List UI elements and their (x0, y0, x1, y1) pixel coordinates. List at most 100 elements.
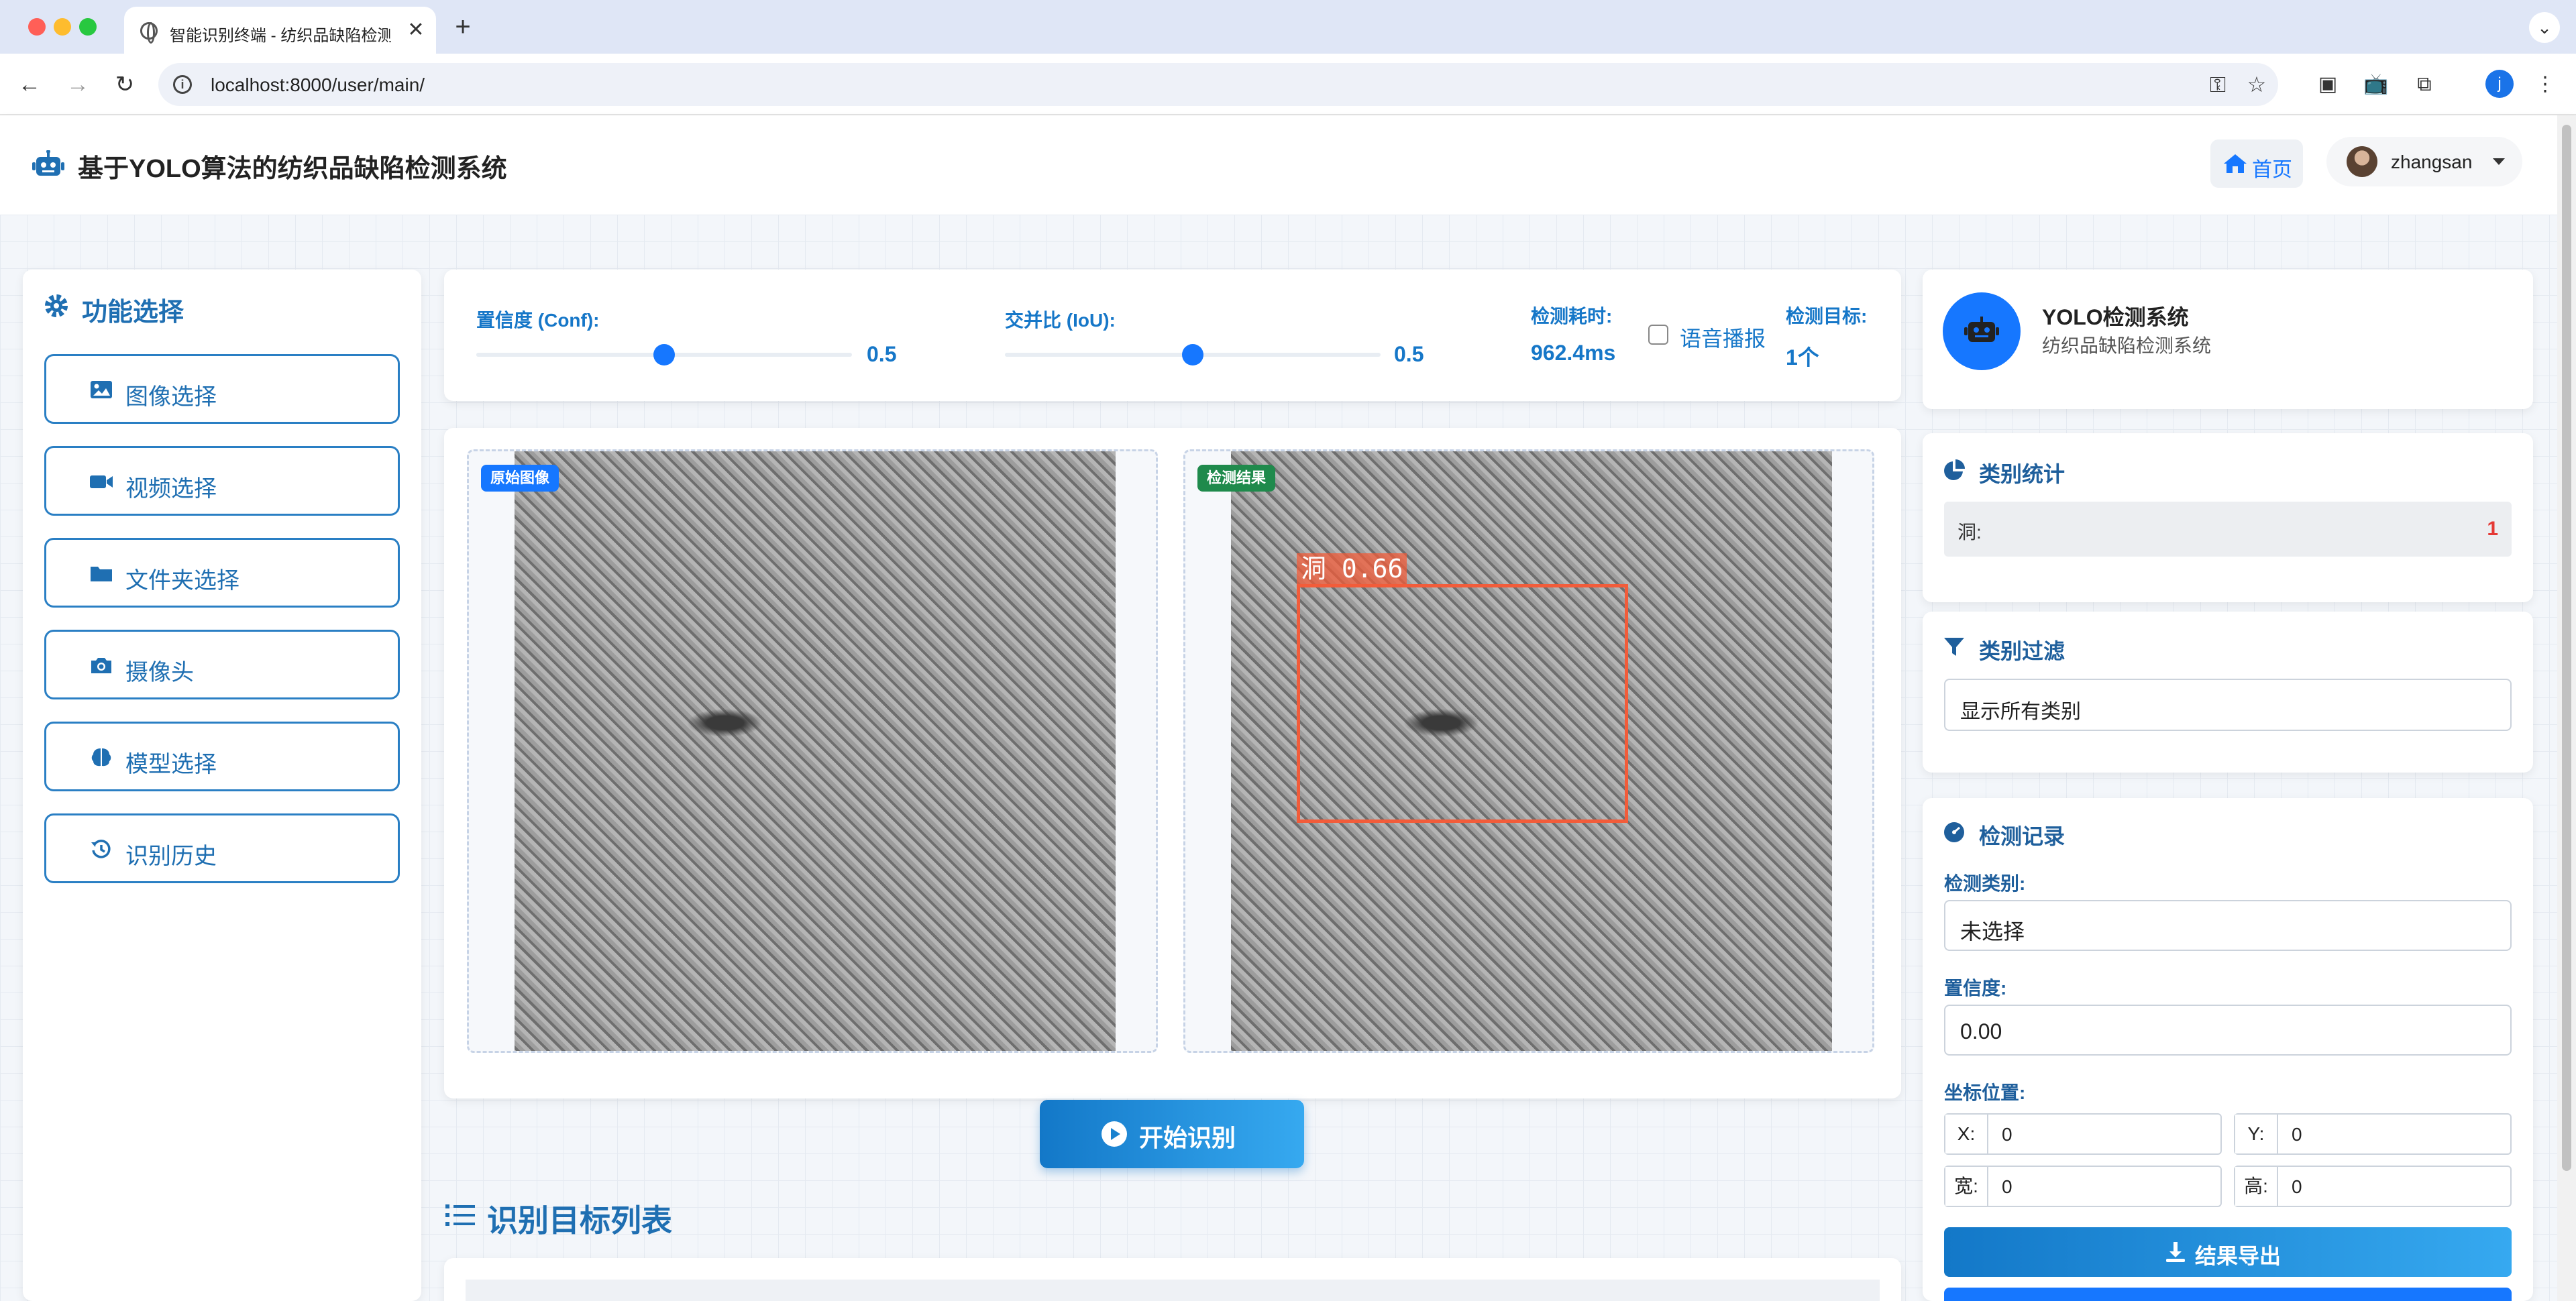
tab-search-button[interactable]: ⌄ (2529, 12, 2560, 43)
iou-slider[interactable] (1005, 344, 1381, 365)
puzzle-extensions-icon[interactable]: ⧉ (2411, 71, 2438, 98)
class-filter-card: 类别过滤 显示所有类别 (1923, 612, 2533, 773)
download-icon (2166, 1242, 2185, 1262)
pie-chart-icon (1944, 459, 1965, 480)
sidebar-title: 功能选择 (82, 298, 184, 327)
url-text[interactable]: localhost:8000/user/main/ (211, 74, 425, 96)
browser-menu-icon[interactable]: ⋮ (2532, 71, 2559, 98)
sidebar-item-label: 摄像头 (125, 660, 194, 685)
conf-value: 0.5 (867, 342, 897, 366)
coord-height-key: 高: (2235, 1167, 2278, 1206)
tab-close-button[interactable]: ✕ (405, 19, 427, 42)
result-image-box: 洞 0.66 检测结果 (1183, 449, 1874, 1053)
globe-icon (140, 22, 158, 44)
key-icon[interactable]: ⚿ (2206, 72, 2230, 97)
start-detection-button[interactable]: 开始识别 (1040, 1100, 1304, 1168)
coord-width-key: 宽: (1945, 1167, 1988, 1206)
table-header (466, 1280, 1880, 1301)
brain-icon (91, 748, 111, 767)
username: zhangsan (2391, 152, 2473, 172)
target-list-table (444, 1258, 1901, 1301)
extension-icon[interactable]: ▣ (2314, 71, 2341, 98)
user-menu[interactable]: zhangsan (2326, 137, 2522, 186)
browser-tab[interactable]: 智能识别终端 - 纺织品缺陷检测系统 ✕ (124, 7, 436, 54)
gear-icon (45, 294, 68, 317)
new-tab-button[interactable]: + (449, 13, 476, 40)
address-bar[interactable]: i localhost:8000/user/main/ ⚿ ☆ (158, 63, 2278, 106)
robot-icon (1943, 292, 2021, 370)
home-icon (2224, 154, 2247, 173)
export-results-button[interactable]: 结果导出 (1944, 1227, 2512, 1277)
iou-label: 交并比 (IoU): (1005, 310, 1116, 331)
back-button[interactable]: ← (15, 70, 44, 99)
secondary-action-button[interactable] (1944, 1288, 2512, 1301)
coord-width-field[interactable]: 宽: 0 (1944, 1166, 2222, 1207)
page-scrollbar[interactable] (2557, 115, 2576, 1301)
main-content: 功能选择 图像选择 视频选择 文件夹选择 摄像头 模型选择 识别历史 置信度 (… (0, 215, 2576, 1301)
site-info-icon[interactable]: i (173, 75, 192, 94)
list-icon (445, 1204, 475, 1226)
record-conf-label: 置信度: (1944, 978, 2007, 999)
detection-bounding-box (1297, 584, 1628, 823)
record-conf-value: 0.00 (1960, 1019, 2002, 1043)
sidebar-item-model-select[interactable]: 模型选择 (44, 722, 400, 791)
detection-record-card: 检测记录 检测类别: 未选择 置信度: 0.00 坐标位置: X: 0 Y: 0… (1923, 798, 2533, 1301)
class-stats-card: 类别统计 洞: 1 (1923, 433, 2533, 602)
sidebar-item-label: 识别历史 (125, 844, 217, 869)
minimize-window-button[interactable] (54, 18, 71, 36)
coord-width-value: 0 (2002, 1176, 2012, 1197)
profile-avatar[interactable]: j (2485, 70, 2514, 98)
start-detection-label: 开始识别 (1139, 1124, 1236, 1151)
coord-y-value: 0 (2292, 1124, 2302, 1145)
sidebar-item-video-select[interactable]: 视频选择 (44, 446, 400, 516)
close-window-button[interactable] (28, 18, 46, 36)
voice-label[interactable]: 语音播报 (1680, 322, 1766, 353)
browser-toolbar: ← → ↻ i localhost:8000/user/main/ ⚿ ☆ ▣ … (0, 54, 2576, 115)
maximize-window-button[interactable] (79, 18, 97, 36)
sidebar-item-label: 图像选择 (125, 384, 217, 410)
sidebar-item-history[interactable]: 识别历史 (44, 813, 400, 883)
coord-x-value: 0 (2002, 1124, 2012, 1145)
image-icon (91, 381, 112, 398)
tv-extension-icon[interactable]: 📺 (2363, 71, 2390, 98)
coord-height-field[interactable]: 高: 0 (2234, 1166, 2512, 1207)
reload-button[interactable]: ↻ (110, 70, 140, 99)
avatar (2347, 146, 2377, 177)
sidebar-item-camera[interactable]: 摄像头 (44, 630, 400, 699)
bookmark-star-icon[interactable]: ☆ (2245, 72, 2269, 97)
forward-button[interactable]: → (63, 70, 93, 99)
coord-height-value: 0 (2292, 1176, 2302, 1197)
play-icon (1102, 1121, 1127, 1147)
original-image-badge: 原始图像 (481, 465, 559, 492)
video-camera-icon (90, 475, 113, 488)
result-image-badge: 检测结果 (1197, 465, 1276, 492)
conf-slider[interactable] (476, 344, 852, 365)
conf-slider-handle[interactable] (653, 344, 675, 365)
coord-x-field[interactable]: X: 0 (1944, 1113, 2222, 1155)
sidebar: 功能选择 图像选择 视频选择 文件夹选择 摄像头 模型选择 识别历史 (23, 270, 421, 1301)
sidebar-item-folder-select[interactable]: 文件夹选择 (44, 538, 400, 608)
coord-y-field[interactable]: Y: 0 (2234, 1113, 2512, 1155)
target-value: 1个 (1786, 345, 1819, 370)
home-button[interactable]: 首页 (2210, 139, 2303, 188)
sidebar-item-image-select[interactable]: 图像选择 (44, 354, 400, 424)
list-item: 洞: 1 (1944, 502, 2512, 557)
iou-slider-handle[interactable] (1182, 344, 1203, 365)
sidebar-item-label: 文件夹选择 (125, 568, 239, 593)
class-stats-title: 类别统计 (1979, 462, 2065, 486)
original-image-box: 原始图像 (467, 449, 1158, 1053)
scrollbar-thumb[interactable] (2562, 125, 2571, 1171)
time-label: 检测耗时: (1531, 306, 1613, 327)
system-name: YOLO检测系统 (2042, 305, 2189, 329)
filter-icon (1944, 638, 1964, 656)
record-class-field[interactable]: 未选择 (1944, 900, 2512, 951)
record-conf-field[interactable]: 0.00 (1944, 1005, 2512, 1056)
detection-params-panel: 置信度 (Conf): 0.5 交并比 (IoU): 0.5 检测耗时: 962… (444, 270, 1901, 401)
voice-checkbox[interactable] (1648, 325, 1668, 345)
folder-icon (91, 567, 112, 581)
class-filter-value: 显示所有类别 (1960, 701, 2081, 723)
class-filter-select[interactable]: 显示所有类别 (1944, 679, 2512, 731)
tachometer-icon (1944, 822, 1964, 842)
robot-icon (32, 150, 64, 176)
image-panel: 原始图像 洞 0.66 检测结果 (444, 428, 1901, 1098)
